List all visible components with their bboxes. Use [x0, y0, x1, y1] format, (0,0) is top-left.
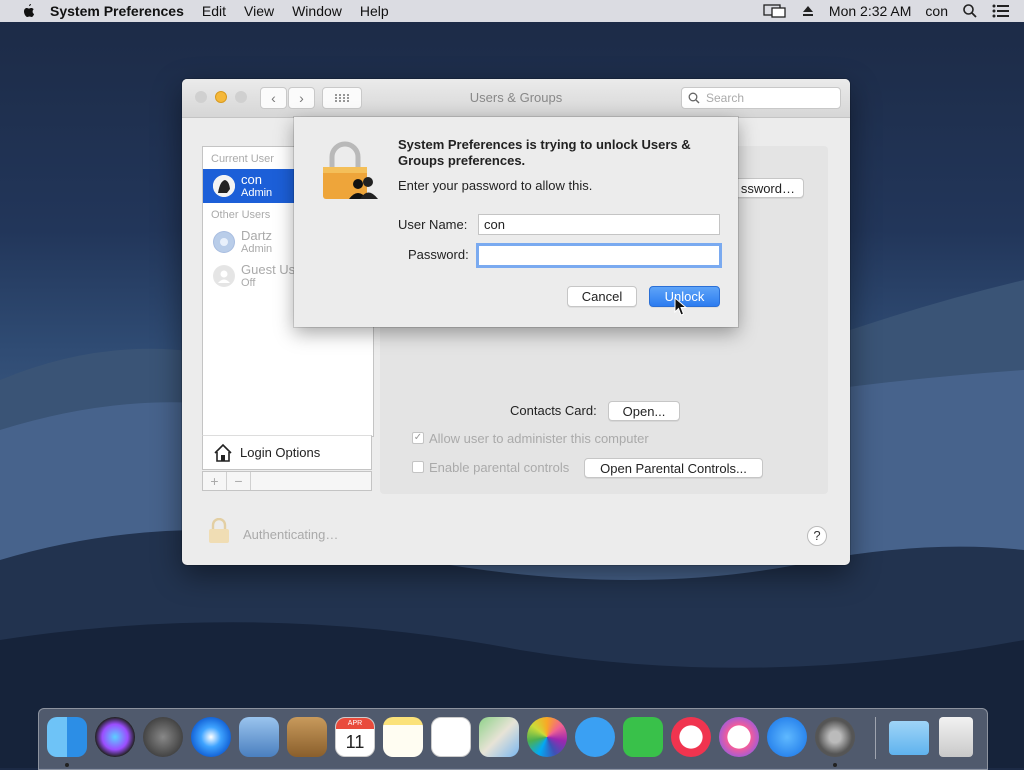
- window-titlebar: ‹ › Users & Groups Search: [182, 79, 850, 118]
- avatar: [213, 175, 235, 197]
- calendar-day: 11: [345, 732, 365, 752]
- app-store-icon[interactable]: [767, 717, 807, 757]
- password-field[interactable]: [476, 243, 722, 268]
- open-contacts-button[interactable]: Open...: [608, 401, 680, 421]
- avatar: [213, 231, 235, 253]
- open-parental-controls-button[interactable]: Open Parental Controls...: [584, 458, 763, 478]
- search-placeholder: Search: [706, 91, 745, 105]
- user-name: Dartz: [241, 227, 273, 243]
- messages-icon[interactable]: [575, 717, 615, 757]
- dialog-heading: System Preferences is trying to unlock U…: [398, 137, 691, 168]
- house-icon: [214, 443, 232, 462]
- allow-admin-label: Allow user to administer this computer: [429, 431, 649, 446]
- add-user-button[interactable]: +: [203, 472, 227, 490]
- username-label: User Name:: [398, 217, 468, 232]
- cancel-button[interactable]: Cancel: [567, 286, 637, 307]
- calendar-month: APR: [336, 718, 374, 729]
- spotlight-icon[interactable]: [962, 3, 978, 19]
- running-indicator: [65, 763, 69, 767]
- parental-controls-checkbox[interactable]: [412, 461, 424, 473]
- dialog-subheading: Enter your password to allow this.: [398, 178, 593, 193]
- maps-icon[interactable]: [479, 717, 519, 757]
- user-role: Admin: [241, 186, 273, 199]
- photos-icon[interactable]: [527, 717, 567, 757]
- checkmark-icon: ✓: [413, 432, 423, 443]
- downloads-folder-icon[interactable]: [889, 721, 929, 755]
- notification-center-icon[interactable]: [992, 4, 1010, 18]
- guest-avatar-icon: [213, 265, 235, 287]
- music-icon[interactable]: [719, 717, 759, 757]
- dock: APR 11: [38, 708, 988, 770]
- safari-icon[interactable]: [191, 717, 231, 757]
- user-name: con: [241, 171, 262, 187]
- authenticating-status: Authenticating…: [243, 527, 339, 542]
- menu-help[interactable]: Help: [360, 3, 389, 19]
- reminders-icon[interactable]: [431, 717, 471, 757]
- contacts-icon[interactable]: [287, 717, 327, 757]
- menu-edit[interactable]: Edit: [202, 3, 226, 19]
- allow-admin-checkbox[interactable]: ✓: [412, 432, 424, 444]
- change-password-button[interactable]: ssword…: [730, 178, 804, 198]
- menu-user[interactable]: con: [925, 3, 948, 19]
- finder-icon[interactable]: [47, 717, 87, 757]
- eject-icon[interactable]: [801, 4, 815, 18]
- calendar-icon[interactable]: APR 11: [335, 717, 375, 757]
- login-options-item[interactable]: Login Options: [202, 435, 372, 470]
- system-preferences-icon[interactable]: [815, 717, 855, 757]
- menu-app-name[interactable]: System Preferences: [50, 3, 184, 19]
- dock-separator: [875, 717, 876, 759]
- search-field[interactable]: Search: [681, 87, 841, 109]
- padlock-users-icon: [323, 141, 378, 199]
- mail-icon[interactable]: [239, 717, 279, 757]
- facetime-icon[interactable]: [623, 717, 663, 757]
- news-icon[interactable]: [671, 717, 711, 757]
- menu-window[interactable]: Window: [292, 3, 342, 19]
- username-field[interactable]: con: [478, 214, 720, 235]
- password-label: Password:: [408, 247, 469, 262]
- add-remove-bar: + −: [202, 471, 372, 491]
- trash-icon[interactable]: [939, 717, 973, 757]
- help-button[interactable]: ?: [807, 526, 827, 546]
- mouse-cursor-icon: [674, 297, 688, 316]
- menu-view[interactable]: View: [244, 3, 274, 19]
- airplay-display-icon[interactable]: [763, 3, 787, 19]
- lock-icon[interactable]: [207, 518, 231, 544]
- menu-clock[interactable]: Mon 2:32 AM: [829, 3, 912, 19]
- notes-icon[interactable]: [383, 717, 423, 757]
- user-role: Admin: [241, 242, 273, 255]
- running-indicator: [833, 763, 837, 767]
- contacts-card-label: Contacts Card:: [510, 403, 597, 418]
- login-options-label: Login Options: [240, 445, 321, 460]
- launchpad-icon[interactable]: [143, 717, 183, 757]
- parental-controls-label: Enable parental controls: [429, 460, 570, 475]
- remove-user-button[interactable]: −: [227, 472, 251, 490]
- menu-bar: System Preferences Edit View Window Help…: [0, 0, 1024, 22]
- apple-menu-icon[interactable]: [20, 3, 36, 19]
- authentication-dialog: System Preferences is trying to unlock U…: [294, 117, 738, 327]
- search-icon: [688, 92, 700, 104]
- siri-icon[interactable]: [95, 717, 135, 757]
